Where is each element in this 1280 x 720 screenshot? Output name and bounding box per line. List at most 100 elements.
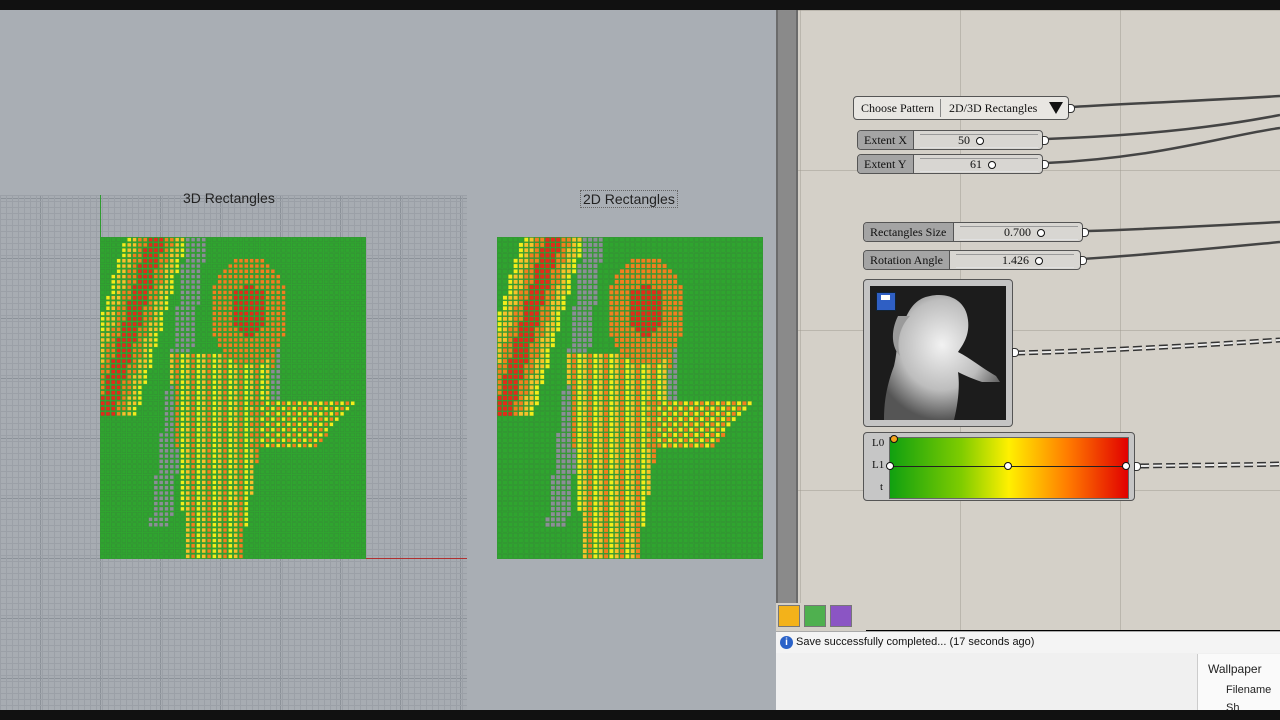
- pattern-cell: [582, 237, 588, 242]
- pattern-cell: [100, 274, 105, 279]
- pattern-cell: [302, 279, 307, 284]
- pattern-cell: [641, 247, 646, 253]
- pattern-cell: [244, 364, 249, 369]
- pattern-cell: [678, 247, 683, 253]
- pattern-cell: [313, 438, 318, 443]
- pattern-cell: [355, 364, 361, 369]
- pattern-cell: [726, 422, 731, 427]
- pattern-cell: [164, 322, 169, 327]
- pattern-cell: [265, 380, 270, 385]
- pattern-cell: [625, 269, 630, 274]
- pattern-cell: [260, 496, 265, 501]
- pattern-cell: [619, 390, 625, 395]
- pattern-cell: [678, 348, 683, 353]
- pattern-cell: [497, 358, 502, 364]
- pattern-cell: [715, 253, 721, 258]
- pattern-cell: [329, 496, 334, 501]
- pattern-cell: [736, 353, 742, 359]
- pattern-cell: [593, 247, 598, 253]
- pattern-cell: [523, 374, 529, 380]
- pattern-cell: [116, 337, 121, 342]
- pattern-cell: [121, 464, 127, 469]
- pattern-3d-rectangles[interactable]: [100, 237, 366, 559]
- pattern-cell: [244, 327, 249, 332]
- pattern-cell: [276, 343, 281, 348]
- pattern-cell: [292, 417, 297, 422]
- pattern-cell: [742, 253, 747, 258]
- pattern-cell: [292, 332, 297, 337]
- pattern-cell: [345, 522, 350, 527]
- pattern-cell: [603, 374, 609, 380]
- pattern-cell: [324, 353, 329, 358]
- pattern-cell: [196, 517, 201, 522]
- pattern-cell: [105, 285, 111, 290]
- pattern-cell: [752, 358, 758, 364]
- pattern-cell: [191, 316, 196, 321]
- pattern-cell: [651, 385, 657, 390]
- pattern-cell: [185, 454, 190, 459]
- pattern-cell: [196, 353, 201, 358]
- pattern-cell: [545, 284, 550, 290]
- pattern-cell: [313, 343, 318, 348]
- pattern-cell: [308, 554, 313, 559]
- pattern-cell: [201, 263, 206, 269]
- pattern-cell: [201, 237, 206, 242]
- pattern-cell: [334, 322, 339, 327]
- pattern-cell: [555, 274, 561, 279]
- pattern-cell: [324, 380, 329, 385]
- pattern-cell: [249, 353, 254, 358]
- pattern-cell: [704, 316, 710, 322]
- pattern-cell: [111, 322, 116, 327]
- pattern-cell: [105, 306, 111, 311]
- pattern-cell: [185, 506, 190, 511]
- pattern-cell: [249, 432, 254, 438]
- pattern-cell: [656, 411, 662, 417]
- pattern-cell: [630, 284, 635, 290]
- pattern-cell: [742, 416, 747, 422]
- pattern-cell: [731, 348, 737, 353]
- pattern-cell: [593, 395, 598, 401]
- pattern-cell: [212, 385, 217, 390]
- pattern-cell: [222, 300, 228, 306]
- pattern-cell: [100, 417, 105, 422]
- pattern-cell: [736, 332, 742, 337]
- pattern-cell: [345, 395, 350, 401]
- pattern-cell: [609, 422, 614, 427]
- pattern-cell: [318, 300, 323, 306]
- pattern-cell: [545, 274, 550, 279]
- pattern-cell: [651, 253, 657, 258]
- pattern-cell: [345, 427, 350, 432]
- pattern-cell: [212, 538, 217, 543]
- pattern-cell: [169, 464, 174, 469]
- rhino-viewport[interactable]: 3D Rectangles 2D Rectangles: [0, 10, 776, 710]
- pattern-cell: [329, 337, 334, 342]
- pattern-cell: [201, 485, 206, 490]
- pattern-cell: [742, 353, 747, 359]
- pattern-cell: [339, 385, 345, 390]
- pattern-cell: [736, 342, 742, 348]
- pattern-cell: [747, 364, 752, 369]
- pattern-cell: [121, 380, 127, 385]
- pattern-cell: [132, 253, 137, 258]
- label-2d-rectangles[interactable]: 2D Rectangles: [580, 190, 678, 208]
- pattern-cell: [672, 432, 678, 438]
- pattern-cell: [747, 253, 752, 258]
- pattern-cell: [688, 337, 694, 343]
- pattern-cell: [153, 549, 158, 554]
- pattern-cell: [736, 358, 742, 364]
- pattern-cell: [100, 285, 105, 290]
- pattern-cell: [297, 506, 302, 511]
- pattern-cell: [361, 343, 366, 348]
- pattern-cell: [260, 279, 265, 284]
- pattern-cell: [191, 554, 196, 559]
- pattern-cell: [127, 554, 132, 559]
- pattern-cell: [180, 432, 185, 438]
- pattern-cell: [121, 258, 127, 263]
- pattern-2d-rectangles[interactable]: [497, 237, 763, 559]
- pattern-cell: [121, 327, 127, 332]
- pattern-cell: [545, 422, 550, 427]
- pattern-cell: [244, 253, 249, 258]
- pattern-cell: [646, 437, 651, 443]
- pattern-cell: [121, 237, 127, 242]
- pattern-cell: [281, 480, 286, 485]
